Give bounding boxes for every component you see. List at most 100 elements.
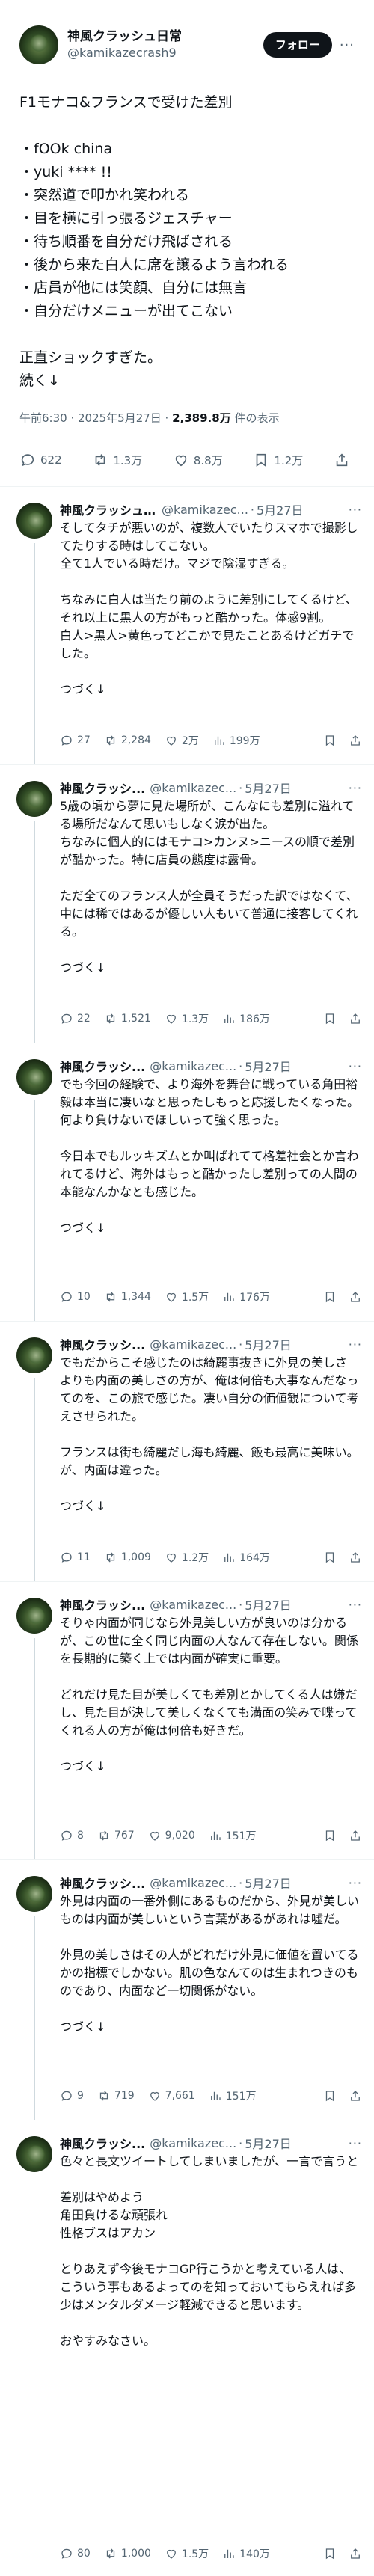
reply-tweet[interactable]: 神風クラッシ... @kamikazec... · 5月27日 ··· 色々と長… (0, 2120, 374, 2576)
share-icon[interactable] (349, 2089, 362, 2103)
reply-author-handle[interactable]: @kamikazec... (150, 1598, 236, 1612)
views-button[interactable]: 164万 (222, 1550, 270, 1565)
repost-button[interactable]: 1.3万 (92, 452, 142, 468)
reply-author-name[interactable]: 神風クラッシ... (60, 779, 145, 797)
more-options-icon[interactable]: ··· (349, 1876, 362, 1890)
share-icon[interactable] (349, 1829, 362, 1842)
reply-date[interactable]: 5月27日 (245, 779, 292, 797)
share-icon[interactable] (349, 1290, 362, 1304)
reply-tweet[interactable]: 神風クラッシ... @kamikazec... · 5月27日 ··· 外見は内… (0, 1859, 374, 2120)
like-icon (167, 1553, 176, 1563)
reply-button[interactable]: 622 (19, 452, 62, 468)
author-display-name[interactable]: 神風クラッシュ日常 (67, 28, 263, 45)
reply-author-name[interactable]: 神風クラッシュ... (60, 500, 157, 518)
views-button[interactable]: 176万 (222, 1289, 270, 1304)
more-options-icon[interactable]: ··· (349, 2136, 362, 2150)
share-icon[interactable] (349, 1551, 362, 1564)
reply-button[interactable]: 80 (60, 2547, 91, 2560)
repost-button[interactable]: 1,009 (104, 1551, 151, 1564)
avatar[interactable] (16, 503, 52, 539)
reply-author-handle[interactable]: @kamikazec... (150, 781, 236, 795)
like-button[interactable]: 1.3万 (165, 1011, 209, 1026)
like-button[interactable]: 9,020 (148, 1829, 195, 1842)
reply-button[interactable]: 9 (60, 2089, 84, 2103)
reply-author-handle[interactable]: @kamikazec... (150, 1059, 236, 1073)
views-button[interactable]: 151万 (209, 2088, 256, 2103)
bookmark-icon[interactable] (323, 2547, 337, 2560)
reply-button[interactable]: 8 (60, 1829, 84, 1842)
repost-button[interactable]: 1,521 (104, 1012, 151, 1025)
avatar[interactable] (16, 1337, 52, 1373)
reply-tweet[interactable]: 神風クラッシ... @kamikazec... · 5月27日 ··· でもだか… (0, 1321, 374, 1581)
share-icon[interactable] (349, 734, 362, 747)
more-options-icon[interactable]: ··· (349, 1337, 362, 1352)
like-button[interactable]: 1.5万 (165, 2546, 209, 2561)
views-icon (210, 1831, 221, 1840)
repost-button[interactable]: 767 (97, 1829, 135, 1842)
reply-author-name[interactable]: 神風クラッシ... (60, 1335, 145, 1353)
post-time[interactable]: 午前6:30 · 2025年5月27日 · (19, 411, 172, 425)
bookmark-icon[interactable] (323, 1012, 337, 1025)
reply-tweet[interactable]: 神風クラッシ... @kamikazec... · 5月27日 ··· 5歳の頃… (0, 764, 374, 1043)
reply-icon (61, 1552, 72, 1563)
reply-date[interactable]: 5月27日 (245, 1874, 292, 1892)
avatar[interactable] (16, 1059, 52, 1095)
like-button[interactable]: 1.2万 (165, 1550, 209, 1565)
share-icon[interactable] (349, 1012, 362, 1025)
reply-tweet[interactable]: 神風クラッシュ... @kamikazec... · 5月27日 ··· そして… (0, 486, 374, 764)
repost-button[interactable]: 719 (97, 2089, 135, 2103)
bookmark-icon[interactable] (323, 1551, 337, 1564)
more-options-icon[interactable]: ··· (349, 503, 362, 517)
bookmark-icon[interactable] (323, 2089, 337, 2103)
avatar[interactable] (16, 1598, 52, 1634)
reply-author-name[interactable]: 神風クラッシ... (60, 1057, 145, 1075)
avatar[interactable] (16, 2136, 52, 2172)
views-button[interactable]: 186万 (222, 1011, 270, 1026)
more-options-icon[interactable]: ··· (340, 37, 355, 53)
bookmark-icon[interactable] (323, 1290, 337, 1304)
repost-button[interactable]: 1,000 (104, 2547, 151, 2560)
avatar[interactable] (16, 781, 52, 817)
bookmark-icon[interactable] (323, 1829, 337, 1842)
reply-tweet[interactable]: 神風クラッシ... @kamikazec... · 5月27日 ··· そりゃ内… (0, 1581, 374, 1859)
author-handle[interactable]: @kamikazecrash9 (67, 45, 263, 61)
reply-button[interactable]: 10 (60, 1290, 91, 1304)
views-icon (224, 1014, 234, 1023)
share-icon[interactable] (349, 2547, 362, 2560)
reply-author-name[interactable]: 神風クラッシ... (60, 1874, 145, 1892)
like-button[interactable]: 1.5万 (165, 1289, 209, 1304)
more-options-icon[interactable]: ··· (349, 1059, 362, 1073)
reply-date[interactable]: 5月27日 (245, 1335, 292, 1353)
views-button[interactable]: 199万 (212, 733, 260, 748)
views-button[interactable]: 151万 (209, 1828, 256, 1843)
bookmark-button[interactable]: 1.2万 (253, 452, 303, 468)
reply-author-name[interactable]: 神風クラッシ... (60, 2134, 145, 2152)
reply-author-handle[interactable]: @kamikazec... (150, 1876, 236, 1890)
reply-button[interactable]: 27 (60, 734, 91, 747)
reply-date[interactable]: 5月27日 (245, 2134, 292, 2152)
more-options-icon[interactable]: ··· (349, 781, 362, 795)
reply-tweet[interactable]: 神風クラッシ... @kamikazec... · 5月27日 ··· でも今回… (0, 1043, 374, 1321)
reply-author-handle[interactable]: @kamikazec... (162, 503, 248, 517)
reply-button[interactable]: 11 (60, 1551, 91, 1564)
like-icon (167, 2549, 176, 2559)
repost-button[interactable]: 1,344 (104, 1290, 151, 1304)
more-options-icon[interactable]: ··· (349, 1598, 362, 1612)
like-button[interactable]: 2万 (165, 733, 199, 748)
bookmark-icon[interactable] (323, 734, 337, 747)
avatar[interactable] (19, 25, 58, 64)
reply-button[interactable]: 22 (60, 1012, 91, 1025)
reply-date[interactable]: 5月27日 (257, 500, 304, 518)
reply-author-handle[interactable]: @kamikazec... (150, 2136, 236, 2150)
reply-author-handle[interactable]: @kamikazec... (150, 1337, 236, 1352)
reply-author-name[interactable]: 神風クラッシ... (60, 1595, 145, 1613)
follow-button[interactable]: フォロー (263, 32, 332, 58)
like-button[interactable]: 8.8万 (173, 452, 223, 468)
views-button[interactable]: 140万 (222, 2546, 270, 2561)
like-button[interactable]: 7,661 (148, 2089, 195, 2103)
repost-button[interactable]: 2,284 (104, 734, 151, 747)
share-button[interactable] (334, 452, 355, 468)
reply-date[interactable]: 5月27日 (245, 1595, 292, 1613)
avatar[interactable] (16, 1876, 52, 1912)
reply-date[interactable]: 5月27日 (245, 1057, 292, 1075)
